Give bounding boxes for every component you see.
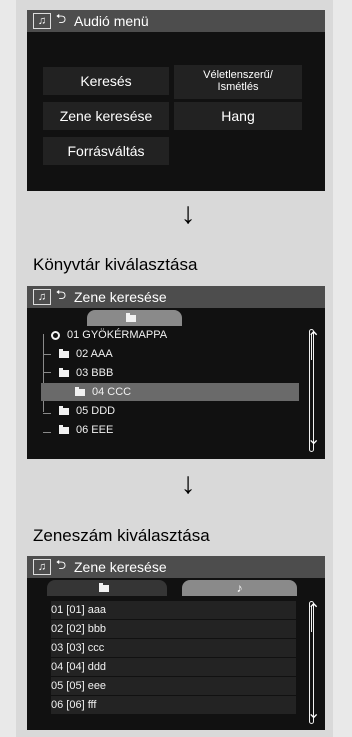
down-arrow-icon: ↓	[180, 197, 196, 230]
title: Zene keresése	[74, 559, 167, 575]
title-bar: ♫ ⮌ Zene keresése	[27, 556, 325, 578]
list-item[interactable]: 06 [06] fff	[51, 696, 296, 714]
music-note-icon: ♪	[236, 581, 243, 595]
list-item[interactable]: 02 AAA	[59, 345, 295, 363]
title-bar: ♫ ⮌ Audió menü	[27, 10, 325, 32]
list-item[interactable]: 01 GYÖKÉRMAPPA	[51, 326, 295, 344]
folder-tab[interactable]	[47, 580, 167, 596]
caption-library: Könyvtár kiválasztása	[33, 255, 198, 274]
back-arrow-icon[interactable]: ⮌	[53, 10, 69, 32]
music-note-icon[interactable]: ♫	[33, 559, 51, 575]
folder-icon	[75, 386, 85, 396]
list-item[interactable]: 04 [04] ddd	[51, 658, 296, 676]
list-item[interactable]: 06 EEE	[59, 421, 295, 439]
chevron-down-icon[interactable]: ⌄	[307, 432, 320, 448]
folder-icon	[98, 582, 109, 592]
chevron-down-icon[interactable]: ⌄	[307, 706, 320, 722]
sound-button[interactable]: Hang	[174, 102, 302, 130]
folder-icon	[126, 312, 136, 322]
back-arrow-icon[interactable]: ⮌	[53, 556, 69, 578]
folder-icon	[59, 405, 69, 415]
title-bar: ♫ ⮌ Zene keresése	[27, 286, 325, 308]
random-repeat-button[interactable]: Véletlenszerű/ Ismétlés	[174, 65, 302, 99]
folder-icon	[59, 348, 69, 358]
folder-icon	[59, 367, 69, 377]
music-note-icon[interactable]: ♫	[33, 13, 51, 29]
library-screen: ♫ ⮌ Zene keresése 01 GYÖKÉRMAPPA 02 AAA …	[27, 286, 325, 459]
title: Zene keresése	[74, 289, 167, 305]
tabs	[27, 308, 325, 326]
list-item[interactable]: 05 DDD	[59, 402, 295, 420]
back-arrow-icon[interactable]: ⮌	[53, 286, 69, 308]
list-item[interactable]: 02 [02] bbb	[51, 620, 296, 638]
list-item[interactable]: 03 [03] ccc	[51, 639, 296, 657]
tabs: ♪	[27, 578, 325, 596]
list-item[interactable]: 01 [01] aaa	[51, 601, 296, 619]
track-screen: ♫ ⮌ Zene keresése ♪ 01 [01] aaa 02 [02] …	[27, 556, 325, 730]
down-arrow-icon: ↓	[180, 467, 196, 500]
search-button[interactable]: Keresés	[43, 67, 169, 95]
title: Audió menü	[74, 13, 149, 29]
audio-menu-screen: ♫ ⮌ Audió menü Keresés Véletlenszerű/ Is…	[27, 10, 325, 191]
folder-list: 01 GYÖKÉRMAPPA 02 AAA 03 BBB 04 CCC 05 D…	[27, 326, 325, 459]
folder-tab[interactable]	[87, 310, 182, 326]
list-item[interactable]: 05 [05] eee	[51, 677, 296, 695]
music-tab[interactable]: ♪	[182, 580, 297, 596]
chevron-up-icon[interactable]: ⌃	[307, 603, 320, 619]
list-item-selected[interactable]: 04 CCC	[41, 383, 299, 401]
caption-track: Zeneszám kiválasztása	[33, 526, 210, 545]
disc-icon	[51, 330, 60, 340]
music-note-icon[interactable]: ♫	[33, 289, 51, 305]
source-switch-button[interactable]: Forrásváltás	[43, 137, 169, 165]
track-list: 01 [01] aaa 02 [02] bbb 03 [03] ccc 04 […	[27, 596, 325, 730]
music-search-button[interactable]: Zene keresése	[43, 102, 169, 130]
folder-icon	[59, 424, 69, 434]
list-item[interactable]: 03 BBB	[59, 364, 295, 382]
chevron-up-icon[interactable]: ⌃	[307, 331, 320, 347]
